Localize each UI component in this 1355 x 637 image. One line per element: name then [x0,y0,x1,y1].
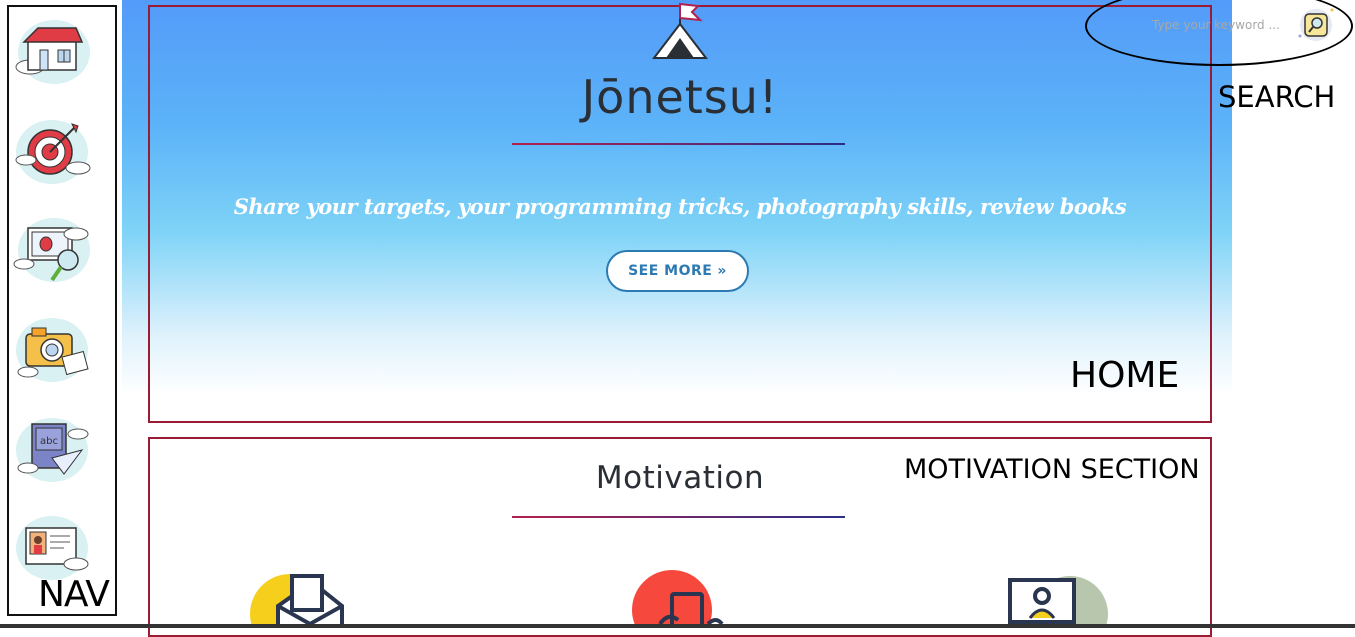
svg-text:abc: abc [40,436,58,447]
search-annotation: SEARCH [1218,80,1336,114]
house-icon [15,20,90,84]
book-icon: abc [16,418,89,482]
search-button[interactable] [1296,6,1336,44]
camera-icon [16,318,89,382]
nav-item-targets[interactable] [12,112,92,188]
bottom-scrollbar [0,624,1355,628]
hero-subtitle: Share your targets, your programming tri… [233,194,1127,219]
nav-item-photography[interactable] [12,312,92,388]
see-more-label: SEE MORE [628,263,713,279]
double-chevron-right-icon: » [717,263,727,279]
search-input[interactable] [1150,12,1294,38]
nav-annotation: NAV [38,574,110,615]
mail-icon [250,574,344,628]
motivation-divider [512,516,845,518]
target-icon [15,120,91,184]
see-more-button[interactable]: SEE MORE » [606,250,749,292]
motivation-annotation: MOTIVATION SECTION [904,454,1200,485]
nav-item-books[interactable]: abc [12,412,92,488]
nav-item-programming[interactable] [12,212,92,288]
mountain-flag-icon [652,2,708,59]
code-bug-icon [13,218,90,282]
home-annotation: HOME [1070,355,1180,396]
phone-icon [632,570,724,628]
nav-item-home[interactable] [12,12,92,88]
hero-divider [512,143,845,145]
presentation-icon [1008,576,1108,628]
search-icon [1298,8,1334,41]
hero-title: Jōnetsu! [581,70,779,124]
